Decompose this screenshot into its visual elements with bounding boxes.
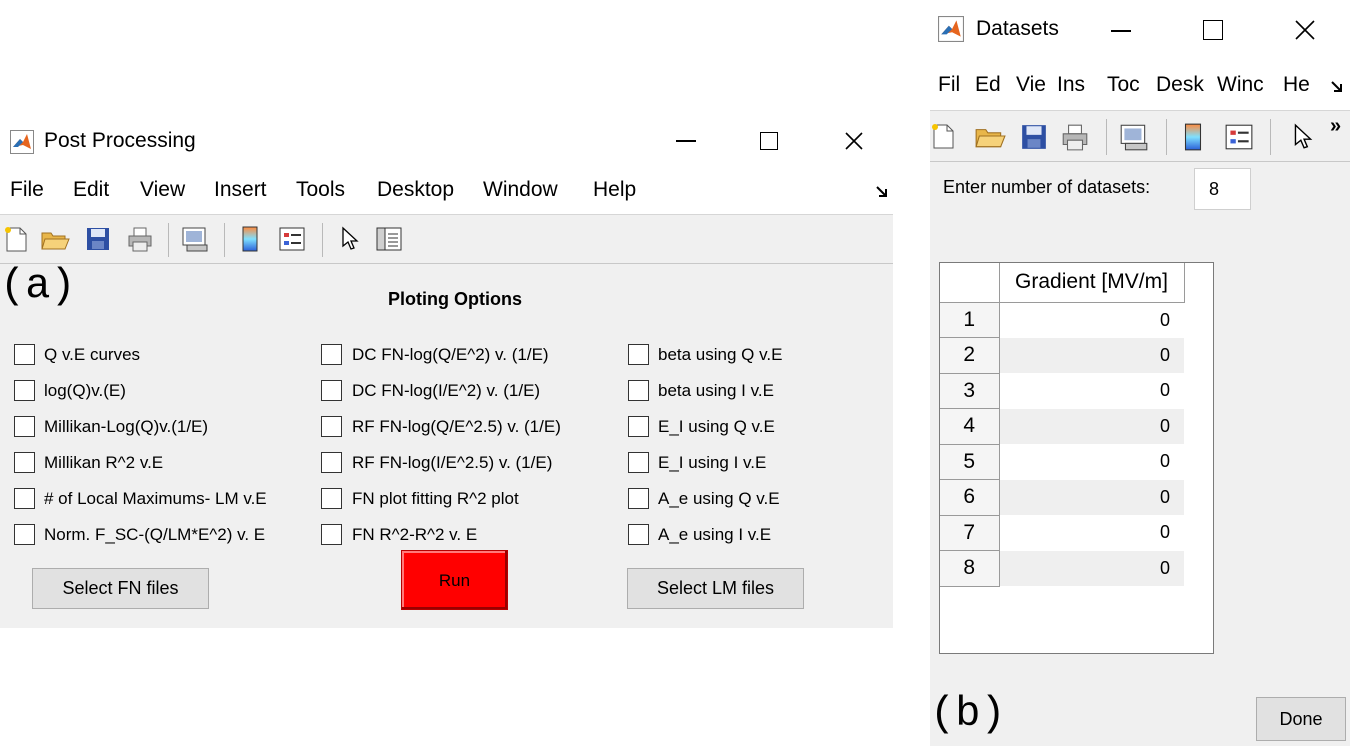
gradient-cell[interactable]: 0: [999, 444, 1184, 480]
dock-arrow-icon[interactable]: [876, 186, 888, 198]
toolbar-separator: [1106, 119, 1107, 155]
menu-window[interactable]: Winc: [1217, 73, 1264, 97]
close-icon[interactable]: [845, 132, 863, 150]
menu-view[interactable]: Vie: [1016, 73, 1046, 97]
row-number: 1: [940, 302, 1000, 338]
matlab-icon: [10, 130, 34, 154]
menu-insert[interactable]: Ins: [1057, 73, 1085, 97]
menu-tools[interactable]: Tools: [296, 178, 345, 202]
open-folder-icon[interactable]: [974, 122, 1006, 150]
open-folder-icon[interactable]: [40, 226, 70, 252]
run-button[interactable]: Run: [401, 550, 508, 610]
datasets-window: Datasets Fil Ed Vie Ins Toc Desk Winc He: [930, 0, 1350, 746]
table-row: 8 0: [940, 550, 1184, 587]
title-bar: Post Processing: [0, 118, 893, 166]
toolbar-separator: [1166, 119, 1167, 155]
colorbar-icon[interactable]: [240, 225, 260, 253]
maximize-button[interactable]: [1203, 20, 1223, 40]
menu-insert[interactable]: Insert: [214, 178, 267, 202]
link-plot-icon[interactable]: [1118, 122, 1150, 152]
dataset-count-input[interactable]: 8: [1194, 168, 1251, 210]
gradient-cell[interactable]: 0: [999, 550, 1184, 586]
toolbar: »: [930, 110, 1350, 162]
toolbar-overflow-icon[interactable]: »: [1330, 115, 1341, 138]
post-processing-window: Post Processing File Edit View Insert To…: [0, 118, 893, 628]
table-row: 7 0: [940, 515, 1184, 551]
corner-cell: [940, 263, 1000, 303]
select-fn-files-button[interactable]: Select FN files: [32, 568, 209, 609]
row-number: 2: [940, 337, 1000, 374]
row-number: 3: [940, 373, 1000, 409]
gradient-cell[interactable]: 0: [999, 479, 1184, 515]
gradient-cell[interactable]: 0: [999, 337, 1184, 373]
gradient-table[interactable]: Gradient [MV/m] 1 0 2 0 3 0 4 0 5 0 6 0 …: [939, 262, 1214, 654]
menu-bar: Fil Ed Vie Ins Toc Desk Winc He: [930, 58, 1350, 110]
row-number: 7: [940, 515, 1000, 551]
property-inspector-icon[interactable]: [375, 226, 403, 252]
pointer-icon[interactable]: [340, 226, 360, 252]
colorbar-icon[interactable]: [1182, 122, 1204, 152]
menu-edit[interactable]: Edit: [73, 178, 109, 202]
matlab-icon: [938, 16, 964, 42]
row-number: 5: [940, 444, 1000, 480]
gradient-cell[interactable]: 0: [999, 373, 1184, 409]
table-row: 6 0: [940, 479, 1184, 516]
window-title: Datasets: [976, 17, 1059, 40]
table-row: 2 0: [940, 337, 1184, 374]
legend-icon[interactable]: [1224, 123, 1254, 151]
panel-label-a: (a): [0, 262, 76, 310]
done-button[interactable]: Done: [1256, 697, 1346, 741]
gradient-cell[interactable]: 0: [999, 408, 1184, 444]
link-plot-icon[interactable]: [180, 225, 210, 253]
menu-help[interactable]: He: [1283, 73, 1310, 97]
toolbar-separator: [1270, 119, 1271, 155]
gradient-cell[interactable]: 0: [999, 302, 1184, 338]
row-number: 4: [940, 408, 1000, 445]
table-row: 5 0: [940, 444, 1184, 480]
menu-file[interactable]: File: [10, 178, 44, 202]
save-icon[interactable]: [85, 226, 111, 252]
window-title: Post Processing: [44, 129, 196, 152]
table-header-row: Gradient [MV/m]: [940, 263, 1185, 303]
print-icon[interactable]: [1060, 122, 1090, 152]
panel-label-b: (b): [930, 690, 1006, 738]
save-icon[interactable]: [1020, 123, 1048, 151]
toolbar-separator: [168, 223, 169, 257]
legend-icon[interactable]: [278, 226, 306, 252]
new-file-icon[interactable]: [3, 225, 29, 253]
toolbar-separator: [322, 223, 323, 257]
menu-bar: File Edit View Insert Tools Desktop Wind…: [0, 166, 893, 214]
table-row: 3 0: [940, 373, 1184, 409]
table-row: 4 0: [940, 408, 1184, 445]
menu-edit[interactable]: Ed: [975, 73, 1001, 97]
column-header[interactable]: Gradient [MV/m]: [999, 263, 1185, 303]
menu-view[interactable]: View: [140, 178, 185, 202]
close-icon[interactable]: [1295, 20, 1315, 40]
dataset-count-label: Enter number of datasets:: [943, 177, 1151, 197]
minimize-button[interactable]: [676, 140, 696, 142]
gradient-table-grid: Gradient [MV/m] 1 0 2 0 3 0 4 0 5 0 6 0 …: [940, 263, 1185, 587]
row-number: 6: [940, 479, 1000, 516]
title-bar: Datasets: [930, 0, 1350, 58]
table-row: 1 0: [940, 302, 1184, 338]
menu-tools[interactable]: Toc: [1107, 73, 1140, 97]
section-title: Ploting Options: [388, 289, 522, 309]
minimize-button[interactable]: [1111, 30, 1131, 32]
toolbar-separator: [224, 223, 225, 257]
print-icon[interactable]: [126, 225, 154, 253]
menu-help[interactable]: Help: [593, 178, 636, 202]
menu-desktop[interactable]: Desktop: [377, 178, 454, 202]
select-lm-files-button[interactable]: Select LM files: [627, 568, 804, 609]
maximize-button[interactable]: [760, 132, 778, 150]
menu-file[interactable]: Fil: [938, 73, 960, 97]
dock-arrow-icon[interactable]: [1331, 81, 1343, 93]
menu-desktop[interactable]: Desk: [1156, 73, 1204, 97]
toolbar: [0, 214, 893, 264]
new-file-icon[interactable]: [930, 121, 956, 151]
gradient-cell[interactable]: 0: [999, 515, 1184, 551]
menu-window[interactable]: Window: [483, 178, 558, 202]
row-number: 8: [940, 550, 1000, 587]
pointer-icon[interactable]: [1292, 123, 1314, 151]
